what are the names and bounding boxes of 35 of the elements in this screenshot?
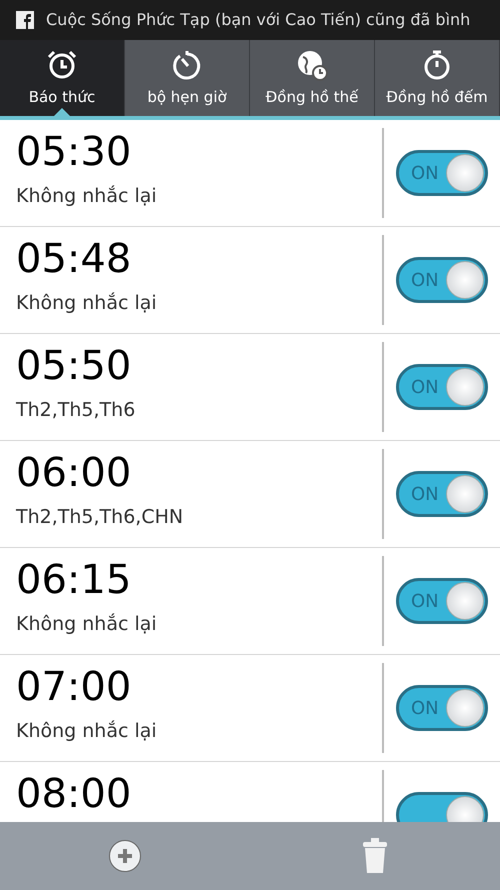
alarm-row[interactable]: 06:15 Không nhắc lại ON — [0, 548, 500, 655]
facebook-icon — [16, 11, 34, 29]
repeat-label: Th2,Th5,Th6,CHN — [16, 505, 184, 530]
switch-knob — [446, 154, 484, 192]
alarm-time: 08:00 — [16, 774, 132, 814]
plus-icon — [116, 847, 134, 865]
tab[interactable]: Báo thức — [0, 40, 125, 116]
repeat-label: Không nhắc lại — [16, 612, 158, 637]
switch-knob — [446, 582, 484, 620]
add-button[interactable] — [109, 840, 141, 872]
alarm-row[interactable]: 07:00 Không nhắc lại ON — [0, 655, 500, 762]
alarm-time: 07:00 — [16, 667, 132, 707]
alarm-time: 05:50 — [16, 346, 132, 386]
switch-knob — [446, 689, 484, 727]
repeat-label: Không nhắc lại — [16, 719, 158, 744]
tab[interactable]: Đồng hồ thế — [250, 40, 375, 116]
switch-knob — [446, 475, 484, 513]
switch-knob — [446, 261, 484, 299]
alarm-row[interactable]: 06:00 Th2,Th5,Th6,CHN ON — [0, 441, 500, 548]
alarm-time: 05:48 — [16, 239, 132, 279]
trash-icon — [362, 838, 388, 874]
alarm-row[interactable]: 05:30 Không nhắc lại ON — [0, 120, 500, 227]
repeat-label: Th2,Th5,Th6 — [16, 398, 136, 423]
alarm-time: 06:15 — [16, 560, 132, 600]
switch-knob — [446, 368, 484, 406]
selected-indicator — [54, 108, 70, 116]
tab[interactable]: Đồng hồ đếm — [375, 40, 500, 116]
repeat-label: Không nhắc lại — [16, 291, 158, 316]
tab[interactable]: bộ hẹn giờ — [125, 40, 250, 116]
alarm-time: 06:00 — [16, 453, 132, 493]
notification-text: Cuộc Sống Phức Tạp (bạn với Cao Tiến) cũng đã bình — [46, 9, 470, 31]
alarm-time: 05:30 — [16, 132, 132, 172]
alarm-row[interactable]: 05:50 Th2,Th5,Th6 ON — [0, 334, 500, 441]
repeat-label: Không nhắc lại — [16, 184, 158, 209]
alarm-row[interactable]: 05:48 Không nhắc lại ON — [0, 227, 500, 334]
